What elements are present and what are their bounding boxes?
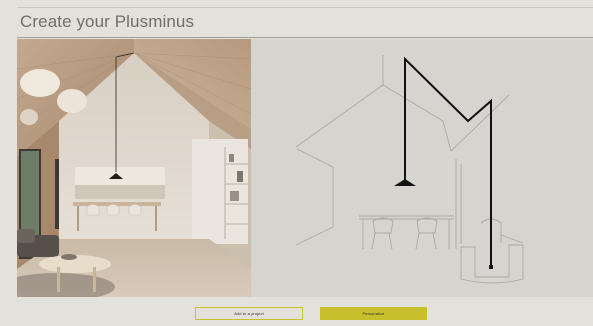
plusminus-sketch — [251, 39, 593, 297]
page-title: Create your Plusminus — [20, 12, 195, 31]
plusminus-sketch-drawing — [295, 55, 524, 284]
title-divider — [17, 37, 593, 38]
interior-photo — [17, 39, 251, 297]
add-to-project-button[interactable]: Add to a project — [195, 307, 303, 320]
top-divider — [17, 7, 593, 8]
personalize-button[interactable]: Personalize — [320, 307, 427, 320]
interior-photo-image — [17, 39, 251, 297]
